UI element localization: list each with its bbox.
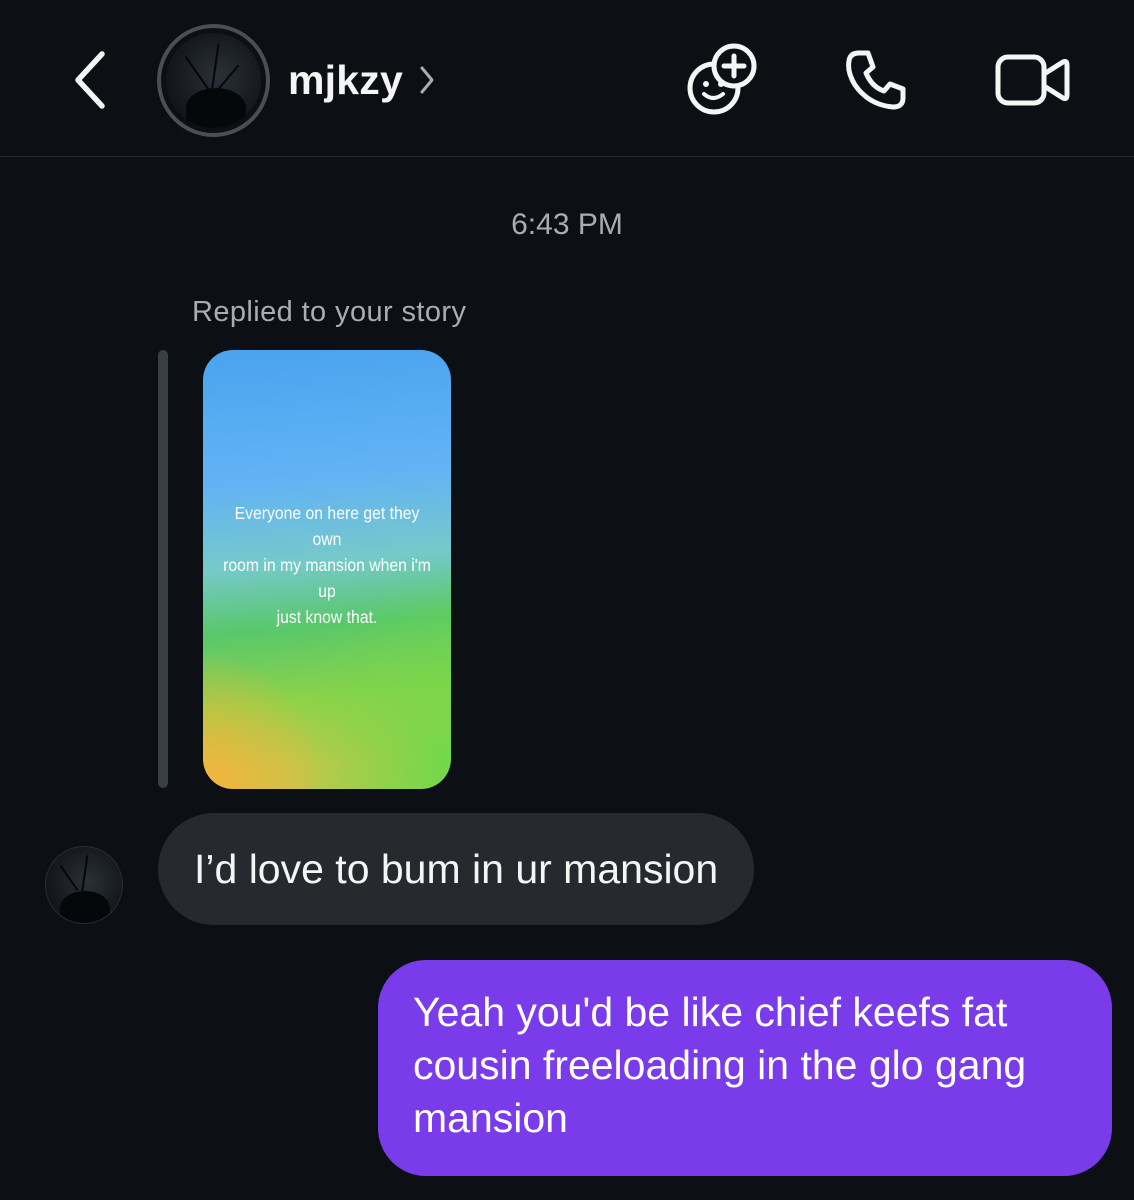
message-text-line: mansion bbox=[413, 1095, 568, 1141]
add-people-button[interactable] bbox=[682, 40, 762, 120]
video-call-button[interactable] bbox=[992, 40, 1072, 120]
story-reply-label: Replied to your story bbox=[192, 296, 467, 328]
chevron-right-icon bbox=[419, 65, 435, 95]
outgoing-message[interactable]: Yeah you'd be like chief keefs fat cousi… bbox=[378, 960, 1112, 1176]
story-text: Everyone on here get they own room in my… bbox=[215, 500, 438, 630]
phone-icon bbox=[846, 50, 906, 110]
chat-header: mjkzy bbox=[0, 0, 1134, 157]
username: mjkzy bbox=[288, 56, 403, 103]
reply-indicator-bar bbox=[158, 350, 168, 788]
back-button[interactable] bbox=[60, 46, 120, 114]
message-text-line: cousin freeloading in the glo gang bbox=[413, 1042, 1027, 1088]
incoming-message[interactable]: I’d love to bum in ur mansion bbox=[158, 813, 755, 925]
story-preview[interactable]: Everyone on here get they own room in my… bbox=[203, 350, 451, 789]
message-text-line: Yeah you'd be like chief keefs fat bbox=[413, 989, 1008, 1035]
add-people-icon bbox=[687, 43, 757, 115]
message-text: I’d love to bum in ur mansion bbox=[194, 845, 719, 892]
chevron-left-icon bbox=[75, 51, 105, 109]
username-link[interactable]: mjkzy bbox=[288, 54, 435, 106]
message-timestamp: 6:43 PM bbox=[511, 208, 623, 241]
avatar-image bbox=[166, 33, 261, 128]
story-text-line: Everyone on here get they own bbox=[234, 503, 420, 549]
story-text-line: just know that. bbox=[276, 607, 378, 627]
call-button[interactable] bbox=[836, 40, 916, 120]
story-text-line: room in my mansion when i'm up bbox=[223, 555, 431, 601]
profile-avatar[interactable] bbox=[157, 24, 270, 137]
video-camera-icon bbox=[995, 54, 1070, 106]
sender-avatar[interactable] bbox=[45, 846, 123, 924]
